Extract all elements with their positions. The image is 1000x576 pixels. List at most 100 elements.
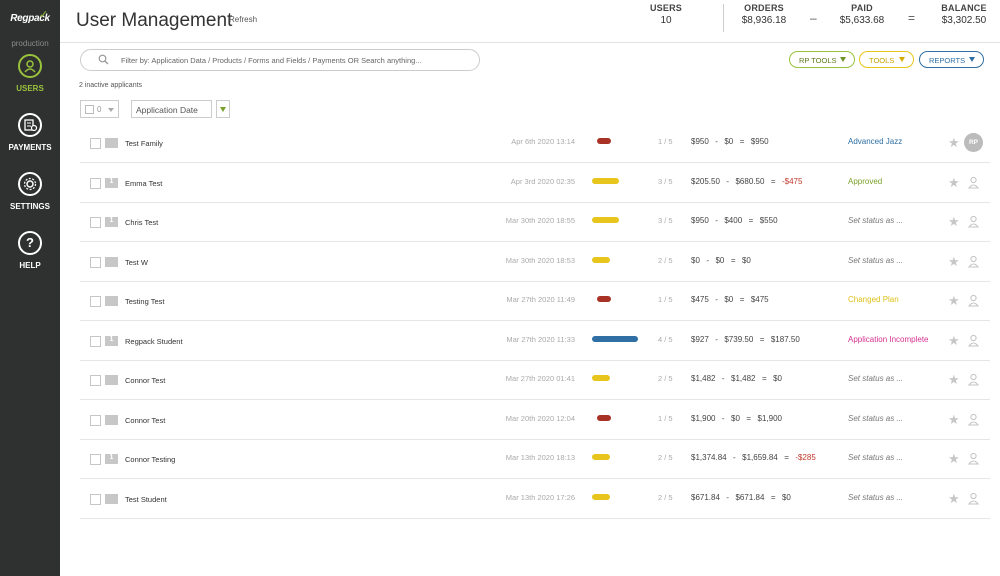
status-badge[interactable]: Set status as ... <box>848 493 903 502</box>
sidebar-item-help[interactable]: ? HELP <box>0 231 60 279</box>
comment-icon[interactable]: 1 <box>105 217 118 227</box>
row-checkbox[interactable] <box>90 335 101 347</box>
assign-user-icon[interactable] <box>967 334 980 352</box>
assign-user-icon[interactable] <box>967 294 980 312</box>
star-icon[interactable]: ★ <box>948 333 960 349</box>
applicant-name[interactable]: Regpack Student <box>125 337 183 346</box>
sidebar-item-payments[interactable]: PAYMENTS <box>0 113 60 161</box>
stat-paid: PAID $5,633.68 <box>834 3 890 26</box>
applicant-name[interactable]: Testing Test <box>125 297 164 306</box>
row-checkbox[interactable] <box>90 138 101 149</box>
star-icon[interactable]: ★ <box>948 135 960 151</box>
rp-tools-button[interactable]: RP TOOLS <box>789 51 855 68</box>
sidebar-item-label: HELP <box>19 261 41 270</box>
assign-user-icon[interactable] <box>967 255 980 273</box>
balance-equation: $1,900 - $0 = $1,900 <box>691 413 782 423</box>
stat-balance-value: $3,302.50 <box>941 15 987 26</box>
comment-icon[interactable]: 1 <box>105 454 118 464</box>
status-badge[interactable]: Set status as ... <box>848 414 903 423</box>
assign-user-icon[interactable] <box>967 373 980 391</box>
star-icon[interactable]: ★ <box>948 491 960 507</box>
search-input[interactable]: Filter by: Application Data / Products /… <box>80 49 480 71</box>
row-checkbox[interactable] <box>90 296 101 307</box>
star-icon[interactable]: ★ <box>948 175 960 191</box>
star-icon[interactable]: ★ <box>948 412 960 428</box>
paid-amount: $400 <box>724 216 743 225</box>
star-icon[interactable]: ★ <box>948 293 960 309</box>
status-badge[interactable]: Application Incomplete <box>848 335 929 344</box>
applicant-name[interactable]: Test Student <box>125 495 167 504</box>
applicant-name[interactable]: Test Family <box>125 139 163 148</box>
reports-button[interactable]: REPORTS <box>919 51 984 68</box>
comment-icon[interactable]: 1 <box>105 335 118 346</box>
table-row[interactable]: Test W Mar 30th 2020 18:53 2 / 5 $0 - $0… <box>80 243 990 282</box>
status-badge[interactable]: Set status as ... <box>848 256 903 265</box>
table-row[interactable]: 1 Chris Test Mar 30th 2020 18:55 3 / 5 $… <box>80 203 990 242</box>
comment-icon[interactable] <box>105 493 118 504</box>
table-row[interactable]: 1 Connor Testing Mar 13th 2020 18:13 2 /… <box>80 440 990 479</box>
applicant-name[interactable]: Connor Test <box>125 376 165 385</box>
balance-equation: $0 - $0 = $0 <box>691 255 751 265</box>
comment-icon[interactable] <box>105 138 118 148</box>
balance-amount: $550 <box>759 216 778 225</box>
row-checkbox[interactable] <box>90 256 101 268</box>
sort-direction-button[interactable] <box>216 100 230 118</box>
row-checkbox[interactable] <box>90 454 101 465</box>
status-badge[interactable]: Approved <box>848 177 882 186</box>
star-icon[interactable]: ★ <box>948 372 960 388</box>
applicant-name[interactable]: Connor Test <box>125 416 165 425</box>
applicant-name[interactable]: Emma Test <box>125 179 162 188</box>
status-badge[interactable]: Set status as ... <box>848 216 903 225</box>
row-checkbox[interactable] <box>90 375 101 386</box>
row-checkbox[interactable] <box>90 493 101 505</box>
star-icon[interactable]: ★ <box>948 451 960 467</box>
sidebar-item-settings[interactable]: SETTINGS <box>0 172 60 220</box>
assign-user-icon[interactable] <box>967 452 980 470</box>
applicant-name[interactable]: Test W <box>125 258 148 267</box>
table-row[interactable]: Test Student Mar 13th 2020 17:26 2 / 5 $… <box>80 480 990 519</box>
applicant-name[interactable]: Connor Testing <box>125 455 175 464</box>
balance-equation: $671.84 - $671.84 = $0 <box>691 492 791 502</box>
table-row[interactable]: Connor Test Mar 27th 2020 01:41 2 / 5 $1… <box>80 361 990 400</box>
orders-amount: $950 <box>691 216 709 225</box>
stat-orders-label: ORDERS <box>744 3 784 13</box>
table-row[interactable]: 1 Regpack Student Mar 27th 2020 11:33 4 … <box>80 322 990 361</box>
assign-user-icon[interactable] <box>967 176 980 194</box>
regpack-logo[interactable]: Regpack ✓ <box>6 8 54 30</box>
comment-icon[interactable] <box>105 296 118 306</box>
row-checkbox[interactable] <box>90 217 101 228</box>
comment-icon[interactable] <box>105 414 118 425</box>
assign-user-icon[interactable] <box>967 492 980 510</box>
assign-user-icon[interactable] <box>967 413 980 431</box>
row-checkbox[interactable] <box>90 177 101 189</box>
refresh-link[interactable]: Refresh <box>229 15 257 24</box>
table-row[interactable]: Test Family Apr 6th 2020 13:14 1 / 5 $95… <box>80 124 990 163</box>
sidebar-item-users[interactable]: USERS <box>0 54 60 102</box>
comment-icon[interactable] <box>105 256 118 267</box>
sort-select[interactable]: Application Date <box>131 100 212 118</box>
table-row[interactable]: Testing Test Mar 27th 2020 11:49 1 / 5 $… <box>80 282 990 321</box>
status-badge[interactable]: Advanced Jazz <box>848 137 902 146</box>
assigned-avatar[interactable]: RP <box>964 133 983 152</box>
assign-user-icon[interactable] <box>967 215 980 233</box>
table-row[interactable]: Connor Test Mar 20th 2020 12:04 1 / 5 $1… <box>80 401 990 440</box>
status-badge[interactable]: Changed Plan <box>848 295 899 304</box>
minus-sign: – <box>810 11 817 25</box>
application-date: Mar 13th 2020 17:26 <box>505 492 575 502</box>
row-checkbox[interactable] <box>90 414 101 426</box>
star-icon[interactable]: ★ <box>948 254 960 270</box>
progress-bar <box>592 335 638 342</box>
status-badge[interactable]: Set status as ... <box>848 374 903 383</box>
table-row[interactable]: 1 Emma Test Apr 3rd 2020 02:35 3 / 5 $20… <box>80 164 990 203</box>
comment-icon[interactable]: 1 <box>105 177 118 188</box>
bulk-select-dropdown[interactable]: 0 <box>80 100 119 118</box>
status-badge[interactable]: Set status as ... <box>848 453 903 462</box>
inactive-applicants-link[interactable]: 2 inactive applicants <box>79 82 142 89</box>
star-icon[interactable]: ★ <box>948 214 960 230</box>
applicant-name[interactable]: Chris Test <box>125 218 158 227</box>
tools-button[interactable]: TOOLS <box>859 51 914 68</box>
balance-equation: $950 - $0 = $950 <box>691 137 769 146</box>
comment-count: 1 <box>109 335 114 343</box>
select-all-checkbox[interactable] <box>85 105 94 114</box>
comment-icon[interactable] <box>105 375 118 385</box>
